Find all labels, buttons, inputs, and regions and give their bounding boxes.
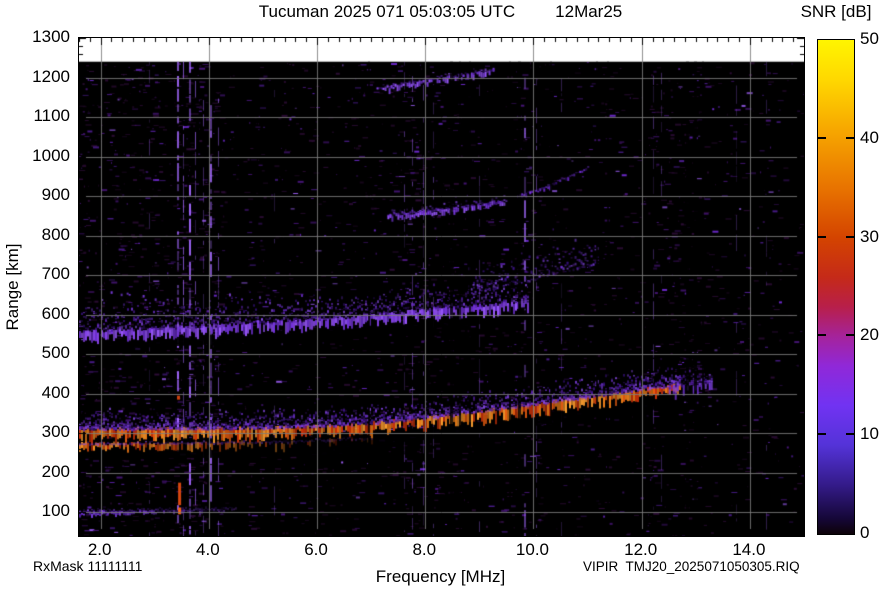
colorbar-tick-label: 50	[860, 29, 879, 48]
y-tick-label: 400	[41, 382, 70, 402]
y-tick-label: 900	[41, 185, 70, 205]
colorbar	[817, 39, 855, 535]
file-name-label: VIPIR TMJ20_2025071050305.RIQ	[583, 559, 800, 574]
y-tick-label: 1300	[32, 27, 70, 46]
x-tick-label: 8.0	[412, 540, 437, 559]
title-text: Tucuman 2025 071 05:03:05 UTC	[258, 2, 516, 21]
rx-mask-label: RxMask 11111111	[33, 558, 143, 574]
colorbar-title: SNR [dB]	[800, 2, 872, 21]
x-tick-label: 14.0	[732, 540, 766, 559]
colorbar-tick-label: 0	[860, 523, 870, 542]
y-tick-label: 300	[41, 422, 70, 442]
y-tick-label: 1200	[32, 66, 70, 86]
colorbar-tick-label: 30	[860, 226, 879, 246]
x-tick-label: 4.0	[196, 540, 220, 559]
colorbar-tick-label: 40	[860, 127, 879, 147]
colorbar-gradient	[818, 40, 854, 534]
y-axis-title: Range [km]	[3, 243, 22, 331]
ionogram-app: Tucuman 2025 071 05:03:05 UTC 12Mar25 SN…	[0, 0, 884, 595]
y-tick-label: 200	[41, 461, 70, 481]
x-tick-label: 2.0	[87, 540, 112, 559]
y-tick-label: 1100	[33, 106, 70, 126]
y-tick-label: 100	[41, 501, 70, 521]
x-tick-label: 12.0	[624, 540, 658, 559]
ionogram-canvas	[79, 38, 804, 536]
title-date: 12Mar25	[555, 2, 623, 21]
colorbar-tick-label: 20	[860, 325, 879, 345]
x-tick-label: 10.0	[515, 540, 550, 559]
y-tick-label: 1000	[32, 145, 70, 165]
plot-frame	[78, 37, 805, 537]
plot-title: Tucuman 2025 071 05:03:05 UTC 12Mar25	[78, 2, 803, 24]
x-tick-label: 6.0	[304, 540, 328, 559]
colorbar-tick-label: 10	[860, 424, 879, 444]
